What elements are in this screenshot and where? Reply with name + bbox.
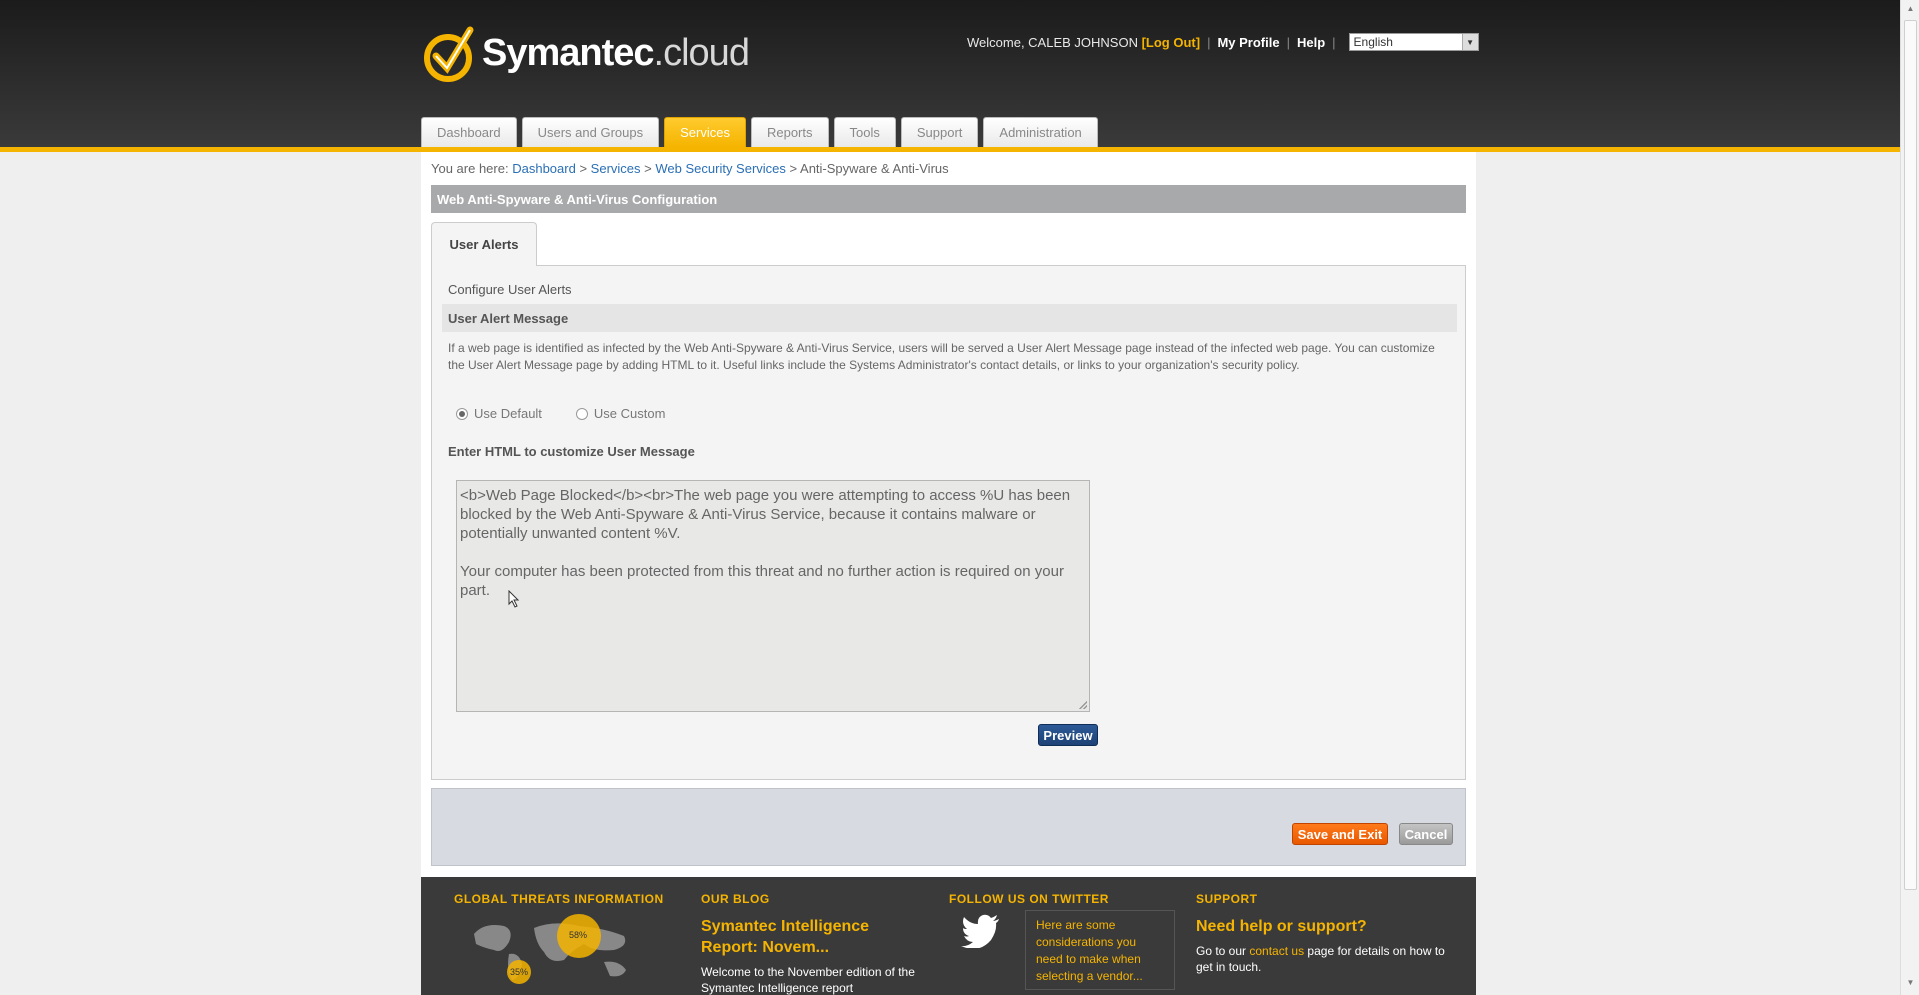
use-default-radio[interactable] [456,407,468,420]
blog-post-excerpt: Welcome to the November edition of the S… [701,965,915,995]
cancel-button[interactable]: Cancel [1399,823,1453,845]
scroll-down-icon[interactable]: ▼ [1905,978,1916,989]
language-value: English [1353,35,1393,49]
resize-grip-icon[interactable] [1079,701,1087,709]
preview-button[interactable]: Preview [1038,724,1098,746]
breadcrumb-dashboard[interactable]: Dashboard [512,161,576,176]
mouse-cursor-icon [508,589,520,613]
tab-reports[interactable]: Reports [750,117,829,147]
footer-twitter: FOLLOW US ON TWITTER Here are some consi… [949,892,1189,992]
support-text: Go to our contact us page for details on… [1196,944,1445,974]
save-and-exit-button[interactable]: Save and Exit [1292,823,1388,845]
blog-heading: OUR BLOG [701,892,770,906]
checkmark-logo-icon [422,22,478,84]
welcome-text: Welcome, CALEB JOHNSON [967,34,1138,50]
alert-mode-radio-group: Use Default Use Custom [456,406,699,421]
enter-html-label: Enter HTML to customize User Message [448,444,695,459]
footer-support: SUPPORT Need help or support? Go to our … [1196,892,1446,975]
user-alert-message-header: User Alert Message [442,304,1457,332]
support-title: Need help or support? [1196,918,1367,935]
configure-label: Configure User Alerts [448,282,572,297]
symantec-logo[interactable]: Symantec.cloud [422,22,750,84]
tab-user-alerts[interactable]: User Alerts [431,222,537,266]
logo-text: Symantec.cloud [482,31,750,74]
footer-blog: OUR BLOG Symantec Intelligence Report: N… [701,892,921,995]
help-link[interactable]: Help [1297,35,1325,50]
scroll-up-icon[interactable]: ▲ [1905,4,1916,15]
breadcrumb-services[interactable]: Services [591,161,641,176]
twitter-heading: FOLLOW US ON TWITTER [949,892,1109,906]
breadcrumb: You are here: Dashboard > Services > Web… [431,161,949,176]
my-profile-link[interactable]: My Profile [1217,35,1279,50]
contact-us-link[interactable]: contact us [1249,944,1304,958]
use-custom-radio[interactable] [575,407,588,420]
tab-dashboard[interactable]: Dashboard [421,117,517,147]
tab-services[interactable]: Services [664,117,746,147]
support-heading: SUPPORT [1196,892,1258,906]
user-message-textarea[interactable]: <b>Web Page Blocked</b><br>The web page … [456,480,1090,712]
tab-tools[interactable]: Tools [833,117,896,147]
tab-users-and-groups[interactable]: Users and Groups [521,117,660,147]
logout-link[interactable]: [Log Out] [1142,35,1200,50]
main-tabs: Dashboard Users and Groups Services Repo… [421,117,1103,147]
description-text: If a web page is identified as infected … [448,341,1435,372]
page-title: Web Anti-Spyware & Anti-Virus Configurat… [431,185,1466,213]
user-alerts-panel: Configure User Alerts User Alert Message… [431,265,1466,780]
blog-post-title[interactable]: Symantec Intelligence Report: Novem... [701,916,921,958]
action-bar: Save and Exit Cancel [431,788,1466,866]
footer-threats: GLOBAL THREATS INFORMATION 58% 35% [454,892,664,984]
top-utility-nav: Welcome, CALEB JOHNSON [Log Out] | My Pr… [967,33,1479,51]
tweet-preview[interactable]: Here are some considerations you need to… [1025,910,1175,990]
vertical-scrollbar[interactable]: ▲ ▼ [1900,0,1919,995]
header: Symantec.cloud Welcome, CALEB JOHNSON [L… [0,0,1900,147]
language-select[interactable]: English ▼ [1348,33,1479,51]
tab-administration[interactable]: Administration [983,117,1098,147]
scrollbar-thumb[interactable] [1904,20,1917,890]
tab-support[interactable]: Support [900,117,979,147]
threats-heading: GLOBAL THREATS INFORMATION [454,892,664,906]
breadcrumb-current: Anti-Spyware & Anti-Virus [800,161,949,176]
main-content: You are here: Dashboard > Services > Web… [421,152,1476,877]
threat-percent-1: 58% [569,930,588,940]
threat-percent-2: 35% [510,967,529,977]
use-default-label[interactable]: Use Default [474,406,542,421]
world-map-icon[interactable]: 58% 35% [454,914,644,984]
twitter-bird-icon[interactable] [961,914,1001,953]
chevron-down-icon: ▼ [1461,34,1478,50]
footer: GLOBAL THREATS INFORMATION 58% 35% OUR B… [421,877,1476,995]
breadcrumb-web-security-services[interactable]: Web Security Services [655,161,786,176]
use-custom-label[interactable]: Use Custom [594,406,666,421]
